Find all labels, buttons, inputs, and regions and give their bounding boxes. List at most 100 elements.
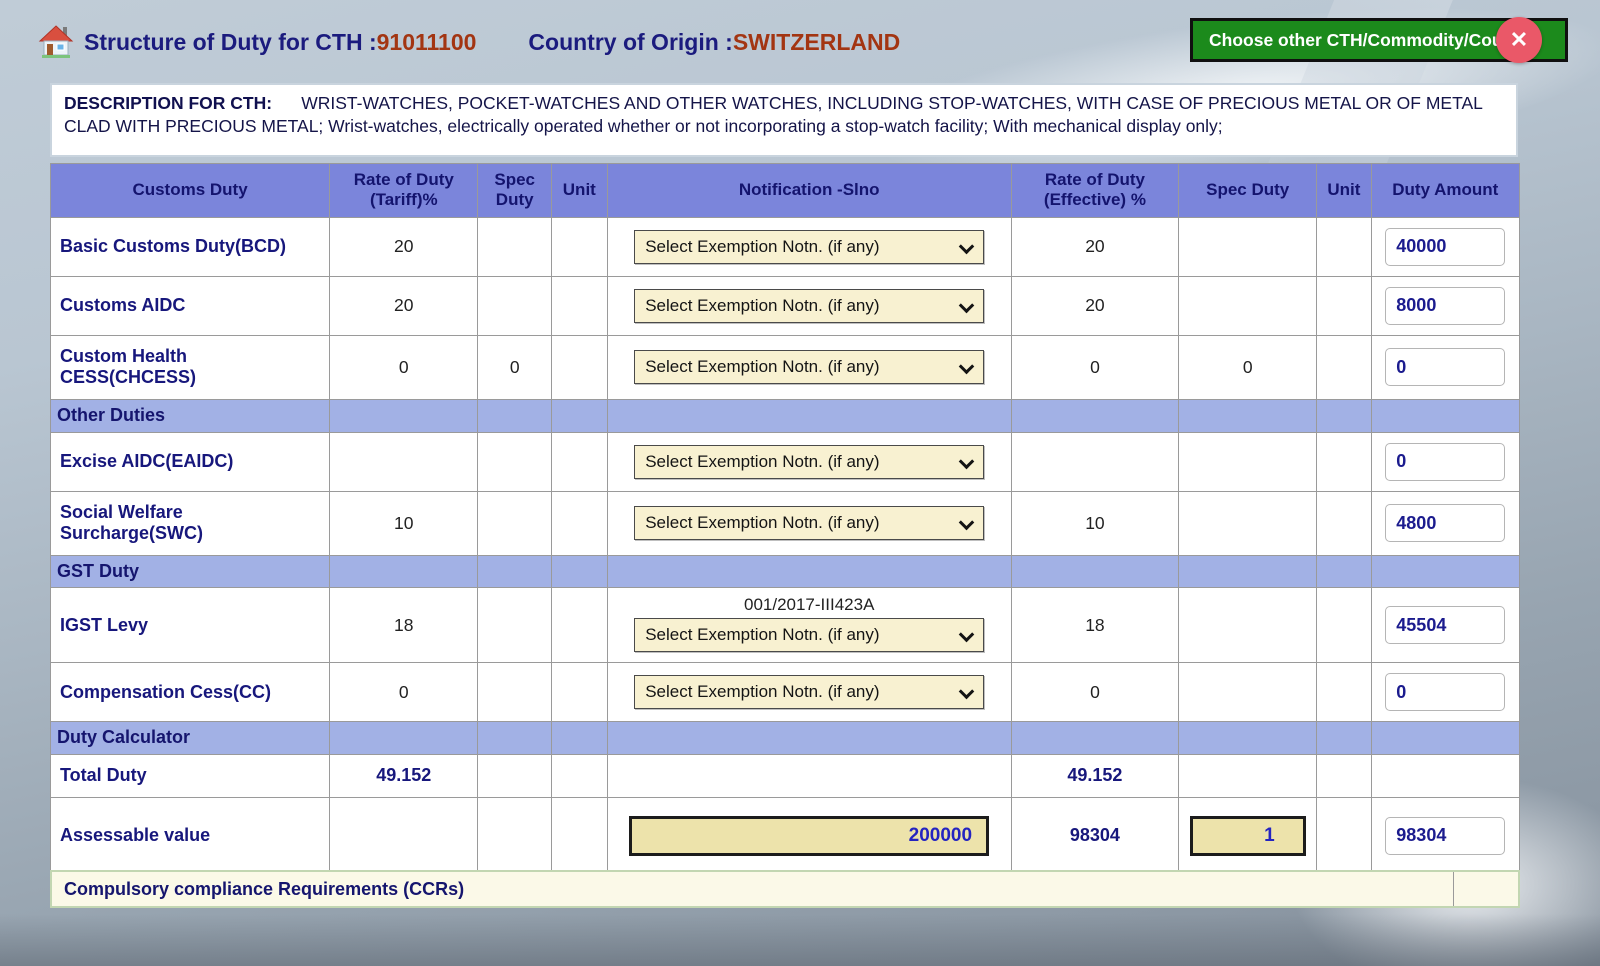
cell-effective: 0: [1011, 335, 1178, 399]
spec-duty-input[interactable]: [1190, 816, 1306, 856]
home-icon[interactable]: [38, 25, 74, 59]
cth-number: 91011100: [377, 29, 477, 55]
cell-tariff: [330, 555, 478, 588]
cell-spec1: [478, 663, 551, 722]
exemption-notification-select[interactable]: Select Exemption Notn. (if any): [634, 289, 984, 323]
duty-row-label: Custom Health CESS(CHCESS): [51, 335, 330, 399]
duty-amount-input[interactable]: [1385, 348, 1505, 386]
duty-row-label: Basic Customs Duty(BCD): [51, 217, 330, 276]
cell-unit1: [551, 588, 607, 663]
column-header: Customs Duty: [51, 164, 330, 218]
exemption-notification-select[interactable]: Select Exemption Notn. (if any): [634, 350, 984, 384]
select-value: Select Exemption Notn. (if any): [645, 357, 879, 377]
cell-notif: 001/2017-III423ASelect Exemption Notn. (…: [607, 588, 1011, 663]
cell-notif: [607, 754, 1011, 797]
cell-effective: 20: [1011, 276, 1178, 335]
ccr-link[interactable]: Compulsory compliance Requirements (CCRs…: [52, 872, 1454, 906]
cell-unit2: [1317, 399, 1371, 432]
cell-spec2: [1179, 797, 1317, 874]
cell-spec2: [1179, 276, 1317, 335]
cell-spec1: [478, 588, 551, 663]
cell-notif: Select Exemption Notn. (if any): [607, 491, 1011, 555]
cell-amount: [1371, 399, 1519, 432]
cell-effective: [1011, 399, 1178, 432]
duty-row-label: GST Duty: [51, 555, 330, 588]
duty-row: Basic Customs Duty(BCD)20Select Exemptio…: [51, 217, 1520, 276]
cell-effective: 20: [1011, 217, 1178, 276]
exemption-notification-select[interactable]: Select Exemption Notn. (if any): [634, 618, 984, 652]
assessable-value-input[interactable]: [629, 816, 989, 856]
cell-spec2: [1179, 588, 1317, 663]
duty-row-label: IGST Levy: [51, 588, 330, 663]
duty-structure-page: Structure of Duty for CTH :91011100 Coun…: [0, 0, 1600, 966]
duty-amount-input[interactable]: [1385, 287, 1505, 325]
cell-tariff: 20: [330, 276, 478, 335]
cell-spec1: [478, 491, 551, 555]
cell-effective: 0: [1011, 663, 1178, 722]
duty-table-body: Basic Customs Duty(BCD)20Select Exemptio…: [51, 217, 1520, 874]
cell-unit2: [1317, 797, 1371, 874]
cell-notif: Select Exemption Notn. (if any): [607, 335, 1011, 399]
duty-amount-input[interactable]: [1385, 673, 1505, 711]
cell-unit2: [1317, 555, 1371, 588]
cell-unit2: [1317, 722, 1371, 755]
cell-tariff: [330, 399, 478, 432]
cell-spec2: 0: [1179, 335, 1317, 399]
select-value: Select Exemption Notn. (if any): [645, 452, 879, 472]
exemption-notification-select[interactable]: Select Exemption Notn. (if any): [634, 675, 984, 709]
cell-notif: Select Exemption Notn. (if any): [607, 663, 1011, 722]
column-header: Duty Amount: [1371, 164, 1519, 218]
cell-tariff: 10: [330, 491, 478, 555]
cell-spec2: [1179, 217, 1317, 276]
exemption-notification-select[interactable]: Select Exemption Notn. (if any): [634, 445, 984, 479]
cell-effective: [1011, 432, 1178, 491]
exemption-notification-select[interactable]: Select Exemption Notn. (if any): [634, 506, 984, 540]
cell-spec2: [1179, 399, 1317, 432]
duty-row: Excise AIDC(EAIDC)Select Exemption Notn.…: [51, 432, 1520, 491]
page-title: Structure of Duty for CTH :91011100: [84, 29, 476, 56]
chevron-down-icon: [959, 456, 973, 468]
duty-amount-input[interactable]: [1385, 817, 1505, 855]
cell-tariff: [330, 797, 478, 874]
cell-tariff: 0: [330, 335, 478, 399]
cell-spec1: [478, 555, 551, 588]
cell-spec1: [478, 217, 551, 276]
duty-table-header: Customs DutyRate of Duty (Tariff)%Spec D…: [51, 164, 1520, 218]
duty-amount-input[interactable]: [1385, 606, 1505, 644]
cell-effective: 49.152: [1011, 754, 1178, 797]
cell-unit1: [551, 754, 607, 797]
cell-spec2: [1179, 432, 1317, 491]
duty-amount-input[interactable]: [1385, 504, 1505, 542]
title-bar: Structure of Duty for CTH :91011100 Coun…: [38, 20, 900, 64]
chevron-down-icon: [959, 361, 973, 373]
cell-unit2: [1317, 491, 1371, 555]
cell-spec2: [1179, 555, 1317, 588]
cell-unit1: [551, 663, 607, 722]
header-row: Customs DutyRate of Duty (Tariff)%Spec D…: [51, 164, 1520, 218]
country-of-origin: Country of Origin :SWITZERLAND: [528, 29, 900, 56]
column-header: Unit: [551, 164, 607, 218]
exemption-notification-select[interactable]: Select Exemption Notn. (if any): [634, 230, 984, 264]
cell-tariff: [330, 432, 478, 491]
column-header: Notification -Slno: [607, 164, 1011, 218]
cell-amount: [1371, 432, 1519, 491]
cell-effective: [1011, 555, 1178, 588]
close-icon[interactable]: ✕: [1496, 17, 1542, 63]
chevron-down-icon: [959, 300, 973, 312]
chevron-down-icon: [959, 241, 973, 253]
cell-unit1: [551, 399, 607, 432]
cell-notif: [607, 797, 1011, 874]
duty-row-label: Compensation Cess(CC): [51, 663, 330, 722]
cell-effective: 98304: [1011, 797, 1178, 874]
cell-spec2: [1179, 663, 1317, 722]
duty-amount-input[interactable]: [1385, 228, 1505, 266]
cell-tariff: 0: [330, 663, 478, 722]
cell-tariff: 20: [330, 217, 478, 276]
cell-notif: [607, 722, 1011, 755]
cell-unit1: [551, 217, 607, 276]
cell-unit2: [1317, 432, 1371, 491]
cell-unit1: [551, 722, 607, 755]
column-header: Spec Duty: [1179, 164, 1317, 218]
cell-unit1: [551, 432, 607, 491]
duty-amount-input[interactable]: [1385, 443, 1505, 481]
